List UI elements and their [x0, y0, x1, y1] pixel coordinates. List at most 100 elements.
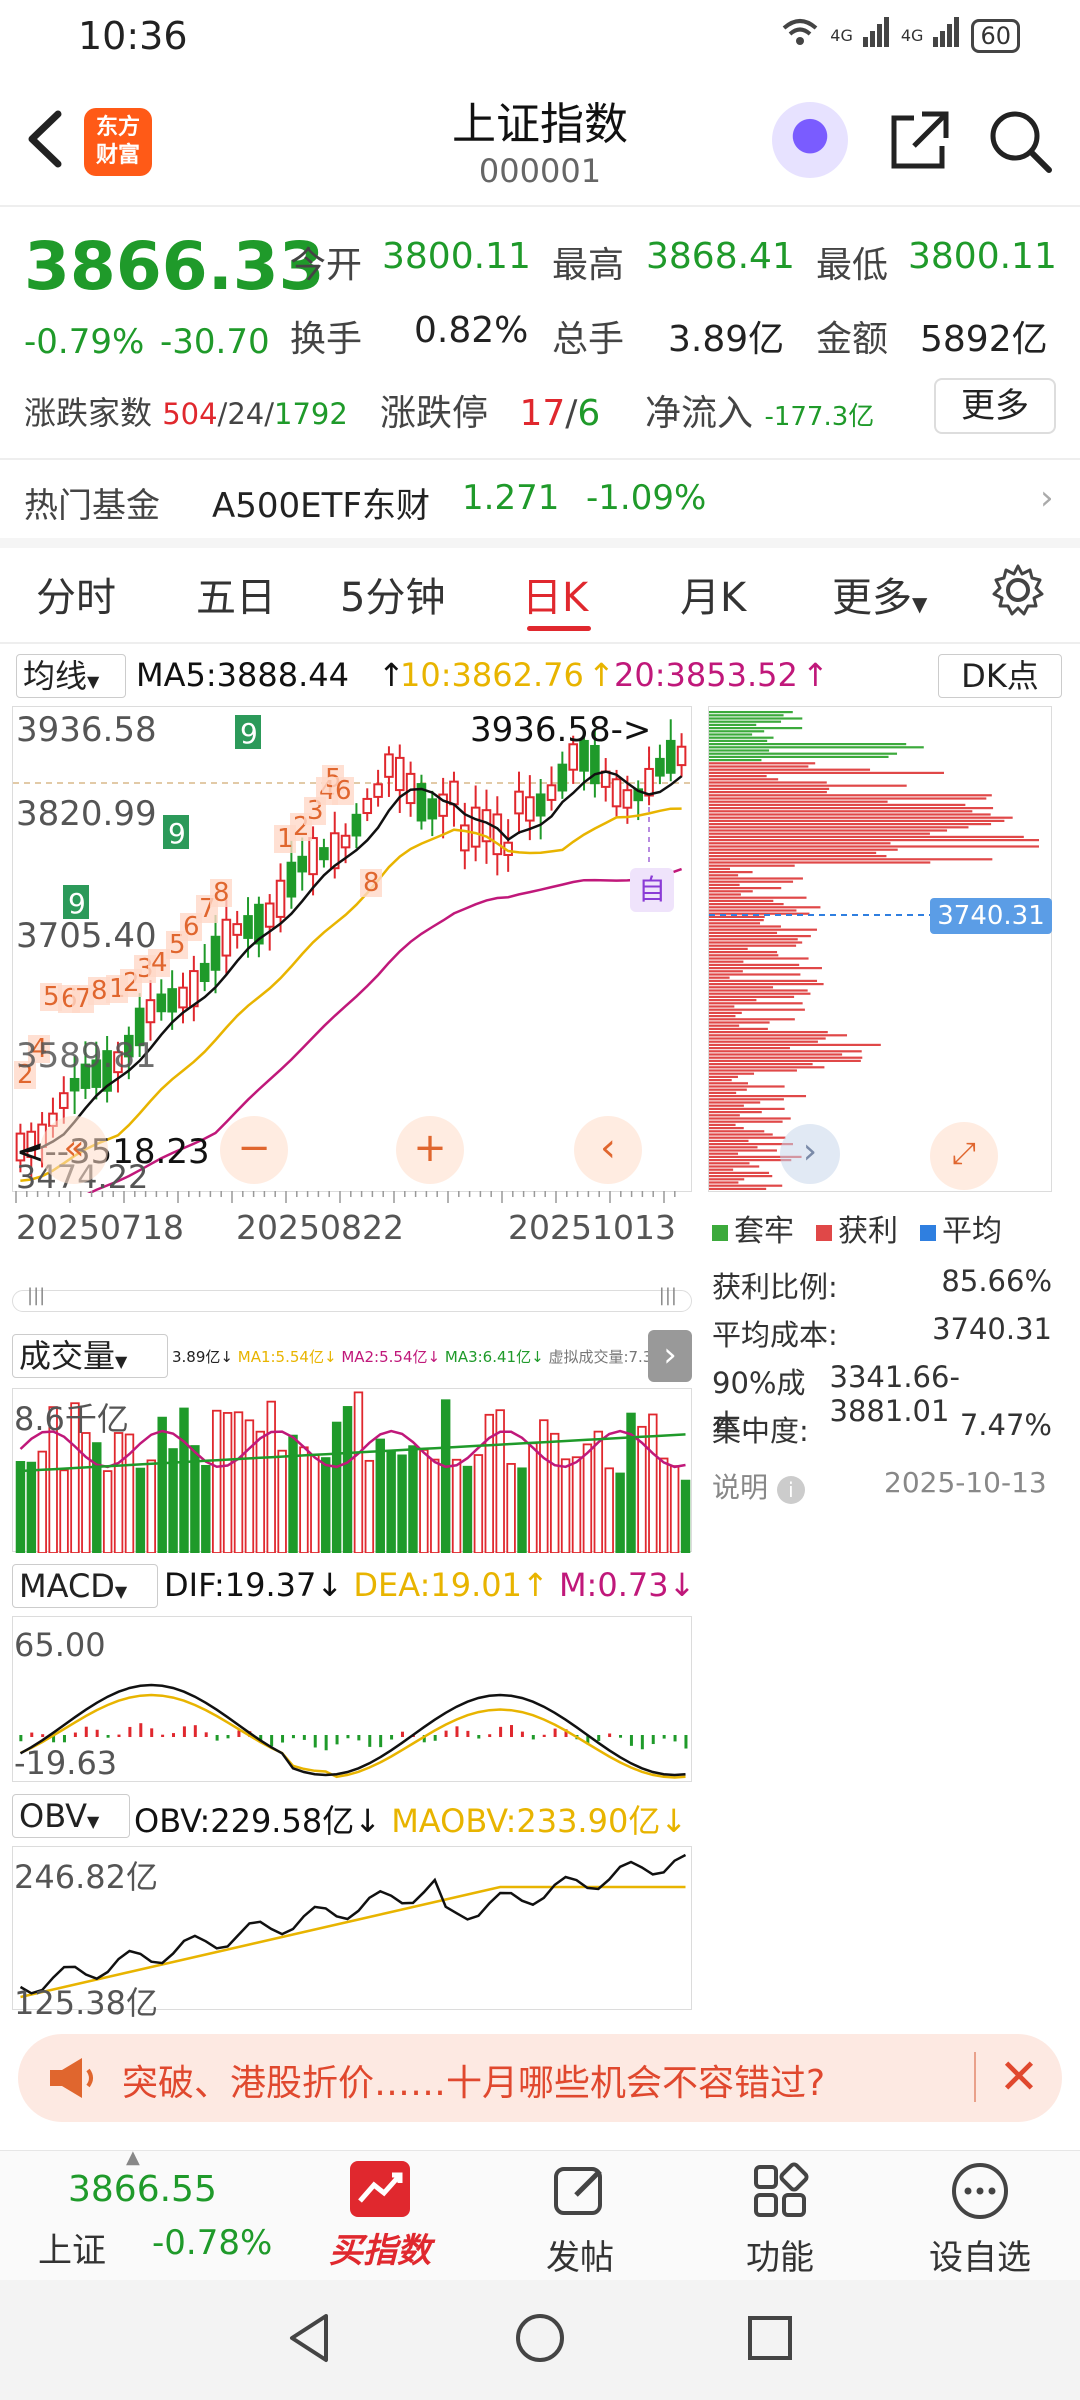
chip-stat-value: 7.47% — [959, 1408, 1052, 1442]
candle-body — [384, 753, 394, 778]
volume-selector[interactable]: 成交量▼ — [12, 1334, 168, 1378]
search-icon[interactable] — [985, 106, 1055, 176]
breadth-up: 504 — [162, 397, 218, 431]
add-watchlist-label: 设自选 — [929, 2238, 1031, 2278]
macd-histogram-bar — [139, 1723, 143, 1737]
volume-bar — [26, 1461, 37, 1554]
scroll-left-button[interactable]: ‹ — [574, 1116, 642, 1184]
nav-home-icon[interactable] — [512, 2310, 568, 2370]
chip-bar — [709, 755, 889, 758]
macd-histogram-bar — [95, 1729, 99, 1737]
volume-bar — [277, 1449, 287, 1554]
chip-bar — [709, 810, 973, 813]
tab-daily-k[interactable]: 日K — [522, 565, 588, 623]
inflow-value: -177.3亿 — [764, 402, 875, 432]
app-logo[interactable]: 东方 财富 — [84, 108, 152, 176]
volume-bar — [582, 1443, 593, 1554]
chip-bar — [709, 1165, 760, 1168]
buy-index-button[interactable]: 买指数 — [300, 2161, 460, 2272]
chip-bar — [709, 1079, 732, 1082]
macd-histogram-bar — [357, 1735, 361, 1741]
legend-trapped-swatch — [712, 1225, 728, 1241]
chip-bar — [709, 823, 992, 826]
scroll-handle-left[interactable]: ||| — [27, 1285, 45, 1306]
expand-icon[interactable]: ⤢ — [930, 1122, 998, 1190]
tab-five-day[interactable]: 五日 — [196, 565, 276, 623]
chip-bar — [709, 1181, 739, 1184]
chip-price-tag: 3740.31 — [930, 898, 1052, 934]
breadth-flat: 24 — [227, 397, 265, 431]
chip-bar — [709, 951, 778, 954]
add-watchlist-button[interactable]: 设自选 — [910, 2161, 1050, 2279]
volume-bar — [168, 1448, 178, 1554]
promo-banner[interactable]: 突破、港股折价……十月哪些机会不容错过? ✕ — [18, 2034, 1062, 2122]
macd-selector[interactable]: MACD▼ — [12, 1564, 158, 1608]
tab-intraday[interactable]: 分时 — [36, 565, 116, 623]
chip-bar — [709, 800, 888, 803]
ma-selector[interactable]: 均线▼ — [16, 654, 126, 698]
dk-point-selector[interactable]: DK点 — [938, 654, 1062, 698]
zoom-out-button[interactable]: − — [220, 1116, 288, 1184]
chip-stat-label: 获利比例: — [712, 1270, 838, 1304]
range-scrollbar[interactable]: ||| ||| — [12, 1285, 692, 1312]
chip-bar — [709, 797, 987, 800]
chip-bar — [709, 986, 774, 989]
panel-toggle-button[interactable]: › — [648, 1330, 692, 1382]
hot-fund-row[interactable]: 热门基金 A500ETF东财 1.271 -1.09% › — [0, 466, 1080, 538]
volume-bar — [102, 1470, 113, 1554]
volume-bar — [201, 1464, 211, 1554]
more-button[interactable]: 更多 — [934, 378, 1056, 434]
scroll-handle-right[interactable]: ||| — [659, 1285, 677, 1306]
limit-up: 17 — [519, 393, 566, 434]
chip-bar — [709, 778, 779, 781]
scroll-first-button[interactable]: « — [40, 1116, 108, 1184]
volume-legend: 3.89亿↓ MA1:5.54亿↓ MA2:5.54亿↓ MA3:6.41亿↓ … — [172, 1346, 677, 1367]
chip-note[interactable]: 说明 i — [712, 1466, 805, 1506]
nav-recents-icon[interactable] — [742, 2310, 798, 2370]
volume-ma1: MA1:5.54亿↓ — [237, 1348, 337, 1366]
share-icon[interactable] — [884, 106, 954, 176]
nav-back-icon[interactable] — [282, 2310, 338, 2370]
post-button[interactable]: 发帖 — [510, 2161, 650, 2279]
chip-bar — [709, 896, 807, 899]
chip-bar — [709, 999, 757, 1002]
caret-down-icon: ▼ — [114, 1582, 128, 1601]
ma20-value: 20:3853.52 — [614, 656, 798, 694]
page-title: 上证指数 — [452, 99, 628, 150]
volume-bar — [321, 1457, 331, 1554]
hot-fund-name: A500ETF东财 — [212, 486, 430, 526]
macd-histogram-bar — [41, 1734, 45, 1737]
chip-distribution-chart[interactable] — [708, 706, 1052, 1192]
functions-button[interactable]: 功能 — [710, 2161, 850, 2279]
chip-bar — [709, 957, 809, 960]
high-value: 3868.41 — [646, 236, 795, 277]
close-icon[interactable]: ✕ — [984, 2044, 1054, 2114]
tab-monthly-k[interactable]: 月K — [680, 565, 746, 623]
gear-icon[interactable] — [990, 562, 1046, 622]
chip-canvas — [709, 711, 1039, 1190]
chip-next-button[interactable]: › — [780, 1124, 840, 1184]
caret-up-icon: ▲ — [126, 2147, 140, 2168]
back-button[interactable] — [22, 104, 66, 190]
chip-bar — [709, 906, 821, 909]
volume-bar — [146, 1459, 157, 1554]
chip-stat-label: 90%成本: — [712, 1366, 806, 1442]
legend-average-swatch — [920, 1225, 936, 1241]
tab-more[interactable]: 更多▼ — [832, 565, 927, 623]
candle-body — [319, 847, 329, 861]
macd-histogram-bar — [455, 1726, 459, 1737]
tab-5min[interactable]: 5分钟 — [340, 565, 445, 623]
zoom-in-button[interactable]: + — [396, 1116, 464, 1184]
ai-assistant-icon[interactable] — [772, 102, 848, 178]
macd-histogram-bar — [128, 1726, 132, 1737]
system-nav-bar — [0, 2280, 1080, 2400]
chip-bar — [709, 765, 809, 768]
self-select-marker[interactable]: 自 — [630, 868, 674, 912]
volume-bar — [244, 1419, 255, 1554]
legend-average: 平均 — [920, 1206, 1002, 1250]
obv-selector[interactable]: OBV▼ — [12, 1794, 130, 1838]
chip-bar — [709, 819, 1005, 822]
chip-bar — [709, 1146, 758, 1149]
bottom-quote[interactable]: ▲ 3866.55 上证 -0.78% — [0, 2147, 272, 2281]
volume-bar — [397, 1454, 407, 1554]
